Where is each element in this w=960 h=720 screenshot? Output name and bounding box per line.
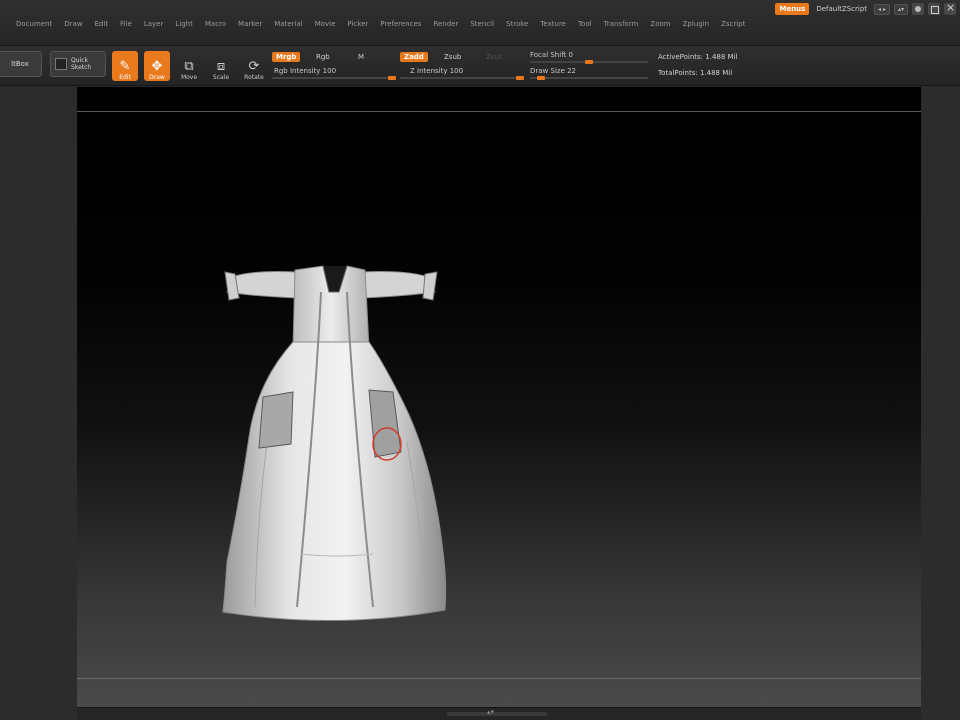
skirt bbox=[222, 341, 447, 622]
menu-item-zoom[interactable]: Zoom bbox=[644, 20, 676, 28]
quick-sketch-button[interactable]: Quick Sketch bbox=[50, 51, 106, 77]
menu-items: Document Draw Edit File Layer Light Macro Marke… bbox=[10, 20, 751, 28]
mrgb-toggle[interactable]: Mrgb bbox=[272, 52, 301, 62]
menu-item-movie[interactable]: Movie bbox=[309, 20, 342, 28]
default-zscript-button[interactable]: DefaultZScript bbox=[813, 3, 870, 15]
rotate-label: Rotate bbox=[244, 74, 264, 81]
draw-size-label: Draw Size 22 bbox=[530, 67, 577, 75]
menu-item-render[interactable]: Render bbox=[427, 20, 464, 28]
lightbox-label: ltBox bbox=[11, 60, 29, 68]
menu-item-tool[interactable]: Tool bbox=[572, 20, 598, 28]
m-toggle[interactable]: M bbox=[354, 52, 368, 62]
move-mode-button[interactable]: ⧉ Move bbox=[176, 51, 202, 82]
scale-mode-button[interactable]: ⧈ Scale bbox=[208, 51, 234, 82]
right-cuff bbox=[422, 271, 438, 301]
draw-icon: ✥ bbox=[151, 59, 163, 74]
popup-toggle-button[interactable]: ▴▾ bbox=[893, 3, 908, 15]
menu-item-stencil[interactable]: Stencil bbox=[464, 20, 500, 28]
z-intensity-knob[interactable] bbox=[516, 76, 524, 80]
z-intensity-label: Z Intensity 100 bbox=[410, 67, 464, 75]
active-points-readout: ActivePoints: 1.488 Mil bbox=[658, 53, 738, 61]
canvas-top-divider bbox=[77, 111, 921, 112]
scale-label: Scale bbox=[212, 74, 230, 81]
menu-item-picker[interactable]: Picker bbox=[341, 20, 374, 28]
menu-item-material[interactable]: Material bbox=[268, 20, 308, 28]
edit-mode-button[interactable]: ✎ Edit bbox=[112, 51, 138, 81]
draw-mode-button[interactable]: ✥ Draw bbox=[144, 51, 170, 81]
rgb-intensity-slider[interactable] bbox=[272, 76, 396, 80]
menu-item-preferences[interactable]: Preferences bbox=[374, 20, 427, 28]
draw-size-slider[interactable] bbox=[530, 76, 648, 80]
draw-label: Draw bbox=[149, 74, 165, 81]
menus-button[interactable]: Menus bbox=[775, 3, 810, 15]
menu-item-marker[interactable]: Marker bbox=[232, 20, 268, 28]
menu-item-stroke[interactable]: Stroke bbox=[500, 20, 534, 28]
focal-shift-label: Focal Shift 0 bbox=[530, 51, 573, 59]
menu-item-macro[interactable]: Macro bbox=[199, 20, 232, 28]
menu-item-texture[interactable]: Texture bbox=[534, 20, 572, 28]
edit-label: Edit bbox=[119, 74, 131, 81]
menu-item-file[interactable]: File bbox=[114, 20, 138, 28]
expand-arrow-icon[interactable]: ▴▾ bbox=[487, 708, 494, 716]
rgb-intensity-label: Rgb Intensity 100 bbox=[274, 67, 337, 75]
focal-shift-slider[interactable] bbox=[530, 60, 648, 64]
toolbar: ltBox Quick Sketch ✎ Edit ✥ Draw ⧉ Move … bbox=[0, 46, 960, 86]
menu-item-draw[interactable]: Draw bbox=[58, 20, 88, 28]
pencil-icon: ✎ bbox=[119, 59, 131, 74]
quick-sketch-label: Quick Sketch bbox=[71, 57, 92, 71]
scale-icon: ⧈ bbox=[216, 59, 226, 74]
focal-shift-knob[interactable] bbox=[585, 60, 593, 64]
menu-item-transform[interactable]: Transform bbox=[598, 20, 645, 28]
window-tools: Menus DefaultZScript ◂ ▸ ▴▾ bbox=[775, 1, 956, 15]
close-icon[interactable] bbox=[944, 1, 956, 15]
dress-3d-model[interactable] bbox=[197, 262, 477, 632]
draw-size-knob[interactable] bbox=[536, 76, 545, 80]
layout-toggle-button[interactable]: ◂ ▸ bbox=[874, 3, 890, 15]
left-shelf bbox=[0, 87, 77, 720]
menu-item-light[interactable]: Light bbox=[169, 20, 198, 28]
menu-item-zscript[interactable]: Zscript bbox=[715, 20, 751, 28]
color-theme-icon[interactable] bbox=[912, 3, 924, 15]
bottom-shelf: ▴▾ bbox=[77, 707, 921, 720]
document-canvas[interactable] bbox=[77, 87, 921, 707]
zsub-toggle[interactable]: Zsub bbox=[440, 52, 465, 62]
rgb-toggle[interactable]: Rgb bbox=[312, 52, 334, 62]
rotate-mode-button[interactable]: ⟳ Rotate bbox=[240, 51, 268, 82]
menu-item-document[interactable]: Document bbox=[10, 20, 58, 28]
rotate-icon: ⟳ bbox=[248, 59, 260, 74]
lightbox-button[interactable]: ltBox bbox=[0, 51, 42, 77]
zadd-toggle[interactable]: Zadd bbox=[400, 52, 428, 62]
menu-bar: Document Draw Edit File Layer Light Macro Marke… bbox=[0, 0, 960, 46]
bottom-shelf-handle[interactable] bbox=[447, 712, 547, 716]
menu-item-layer[interactable]: Layer bbox=[138, 20, 170, 28]
menu-item-zplugin[interactable]: Zplugin bbox=[677, 20, 715, 28]
left-pocket bbox=[258, 391, 294, 449]
total-points-readout: TotalPoints: 1.488 Mil bbox=[658, 69, 733, 77]
move-label: Move bbox=[180, 74, 198, 81]
maximize-icon[interactable] bbox=[928, 3, 940, 15]
rgb-intensity-knob[interactable] bbox=[388, 76, 396, 80]
move-icon: ⧉ bbox=[184, 59, 194, 74]
quick-sketch-icon bbox=[55, 58, 67, 70]
menu-item-edit[interactable]: Edit bbox=[89, 20, 115, 28]
right-shelf bbox=[921, 87, 960, 720]
canvas-floor-line bbox=[77, 678, 921, 679]
z-intensity-slider[interactable] bbox=[400, 76, 524, 80]
zcut-toggle[interactable]: Zcut bbox=[482, 52, 506, 62]
